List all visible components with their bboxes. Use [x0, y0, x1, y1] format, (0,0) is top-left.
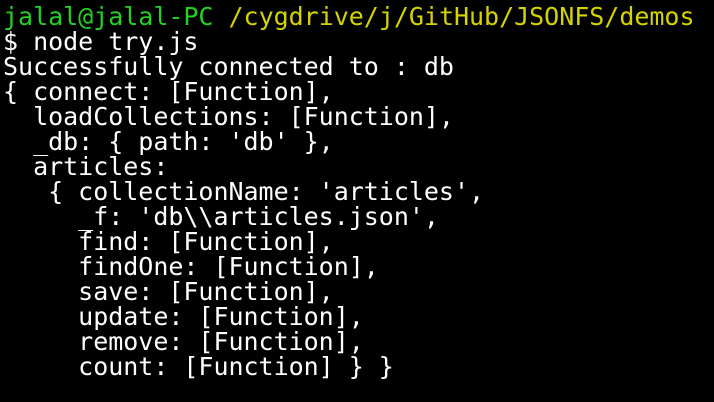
output-line: count: [Function] } }	[3, 352, 394, 381]
output-line: Successfully connected to : db	[3, 52, 454, 81]
output-line: save: [Function],	[3, 277, 334, 306]
output-line: update: [Function],	[3, 302, 364, 331]
command-line: $ node try.js	[3, 27, 199, 56]
prompt-path: /cygdrive/j/GitHub/JSONFS/demos	[228, 2, 695, 31]
output-line: articles:	[3, 152, 169, 181]
output-line: remove: [Function],	[3, 327, 364, 356]
output-line: _db: { path: 'db' },	[3, 127, 334, 156]
output-line: loadCollections: [Function],	[3, 102, 454, 131]
prompt-line: jalal@jalal-PC /cygdrive/j/GitHub/JSONFS…	[3, 4, 714, 29]
output-line: findOne: [Function],	[3, 252, 379, 281]
output-line: { collectionName: 'articles',	[3, 177, 485, 206]
output-line: _f: 'db\\articles.json',	[3, 202, 439, 231]
output-line: { connect: [Function],	[3, 77, 334, 106]
terminal-window[interactable]: jalal@jalal-PC /cygdrive/j/GitHub/JSONFS…	[0, 0, 714, 402]
output-line: find: [Function],	[3, 227, 334, 256]
